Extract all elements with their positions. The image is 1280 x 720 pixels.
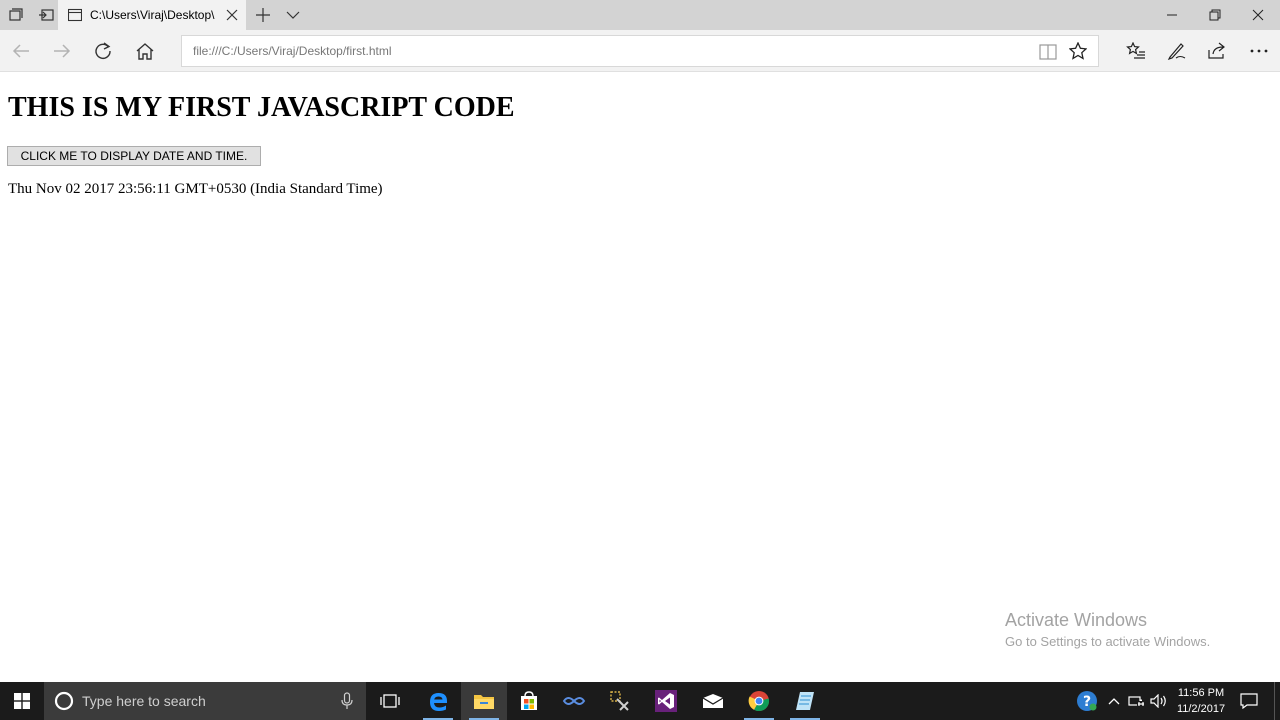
- forward-arrow-icon: [54, 44, 71, 58]
- show-hidden-icons-button[interactable]: [1104, 682, 1124, 720]
- activate-windows-subtitle: Go to Settings to activate Windows.: [1005, 634, 1211, 649]
- start-button[interactable]: [0, 682, 44, 720]
- windows-logo-icon: [14, 693, 30, 709]
- store-icon: [521, 691, 537, 710]
- ellipsis-icon: [1250, 49, 1268, 53]
- page-heading: THIS IS MY FIRST JAVASCRIPT CODE: [8, 92, 515, 123]
- taskbar-file-explorer[interactable]: [461, 682, 507, 720]
- close-icon: [1252, 9, 1264, 21]
- close-tab-icon[interactable]: [224, 7, 240, 23]
- set-tabs-aside-icon[interactable]: [36, 0, 56, 30]
- address-url: file:///C:/Users/Viraj/Desktop/first.htm…: [193, 44, 392, 58]
- taskbar-chrome[interactable]: [736, 682, 782, 720]
- browser-tab-bar: C:\Users\Viraj\Desktop\: [0, 0, 1280, 31]
- reading-view-icon[interactable]: [1039, 44, 1057, 60]
- taskbar-store[interactable]: [506, 682, 552, 720]
- visual-studio-icon: [655, 690, 677, 712]
- taskbar-app[interactable]: [551, 682, 597, 720]
- share-button[interactable]: [1203, 38, 1231, 64]
- favorites-hub-button[interactable]: [1122, 38, 1150, 64]
- taskbar-edge[interactable]: [415, 682, 461, 720]
- app-icon: [562, 697, 586, 705]
- show-desktop-divider[interactable]: [1274, 682, 1275, 720]
- file-explorer-icon: [474, 695, 494, 709]
- taskbar-visual-studio[interactable]: [643, 682, 689, 720]
- chrome-icon: [748, 691, 770, 712]
- tab-preview-chevron-icon[interactable]: [282, 0, 304, 30]
- taskbar-tool[interactable]: [597, 682, 643, 720]
- more-options-button[interactable]: [1245, 38, 1273, 64]
- taskbar-clock[interactable]: 11:56 PM 11/2/2017: [1166, 685, 1236, 717]
- close-window-button[interactable]: [1236, 0, 1280, 30]
- restore-button[interactable]: [1193, 0, 1237, 30]
- task-view-button[interactable]: [367, 682, 413, 720]
- new-tab-icon[interactable]: [252, 0, 274, 30]
- tool-icon: [610, 691, 629, 711]
- minimize-icon: [1167, 14, 1177, 16]
- date-time-output: Thu Nov 02 2017 23:56:11 GMT+0530 (India…: [8, 181, 383, 197]
- share-icon: [1208, 42, 1225, 59]
- forward-button[interactable]: [48, 38, 76, 64]
- activate-windows-title: Activate Windows: [1005, 610, 1148, 630]
- restore-icon: [1209, 9, 1221, 21]
- favorite-star-icon[interactable]: [1069, 42, 1087, 60]
- taskbar: Type here to search ? 11:56 PM 11/2/2017: [0, 682, 1280, 720]
- address-bar[interactable]: file:///C:/Users/Viraj/Desktop/first.htm…: [181, 35, 1099, 67]
- back-button[interactable]: [7, 38, 35, 64]
- home-button[interactable]: [131, 38, 159, 64]
- mail-icon: [702, 694, 724, 708]
- notepad-icon: [796, 692, 814, 710]
- microphone-icon[interactable]: [340, 692, 354, 710]
- web-note-button[interactable]: [1163, 38, 1191, 64]
- action-center-button[interactable]: [1238, 682, 1260, 720]
- browser-tab[interactable]: C:\Users\Viraj\Desktop\: [58, 0, 246, 31]
- tab-title: C:\Users\Viraj\Desktop\: [90, 8, 215, 22]
- back-arrow-icon: [12, 44, 29, 58]
- battery-plug-icon: [1128, 696, 1145, 707]
- home-icon: [136, 42, 154, 60]
- chevron-up-icon: [1108, 698, 1120, 705]
- power-tray-button[interactable]: [1126, 682, 1148, 720]
- refresh-button[interactable]: [89, 38, 117, 64]
- cortana-icon: [54, 691, 74, 711]
- minimize-button[interactable]: [1150, 0, 1194, 30]
- tabs-aside-icon[interactable]: [6, 0, 26, 30]
- edge-icon: [430, 693, 447, 711]
- taskbar-search-box[interactable]: Type here to search: [44, 682, 366, 720]
- help-icon: ?: [1077, 691, 1097, 711]
- task-view-icon: [380, 694, 400, 708]
- clock-date: 11/2/2017: [1176, 703, 1226, 715]
- navigation-bar: file:///C:/Users/Viraj/Desktop/first.htm…: [0, 30, 1280, 72]
- refresh-icon: [95, 42, 111, 60]
- page-icon: [68, 8, 82, 22]
- display-date-time-button[interactable]: CLICK ME TO DISPLAY DATE AND TIME.: [7, 146, 261, 166]
- search-placeholder: Type here to search: [82, 693, 206, 709]
- taskbar-notepad[interactable]: [782, 682, 828, 720]
- clock-time: 11:56 PM: [1177, 687, 1225, 699]
- favorites-list-icon: [1126, 42, 1145, 59]
- pen-icon: [1167, 43, 1186, 60]
- notification-icon: [1240, 693, 1258, 709]
- help-tray-button[interactable]: ?: [1073, 682, 1101, 720]
- taskbar-mail[interactable]: [690, 682, 736, 720]
